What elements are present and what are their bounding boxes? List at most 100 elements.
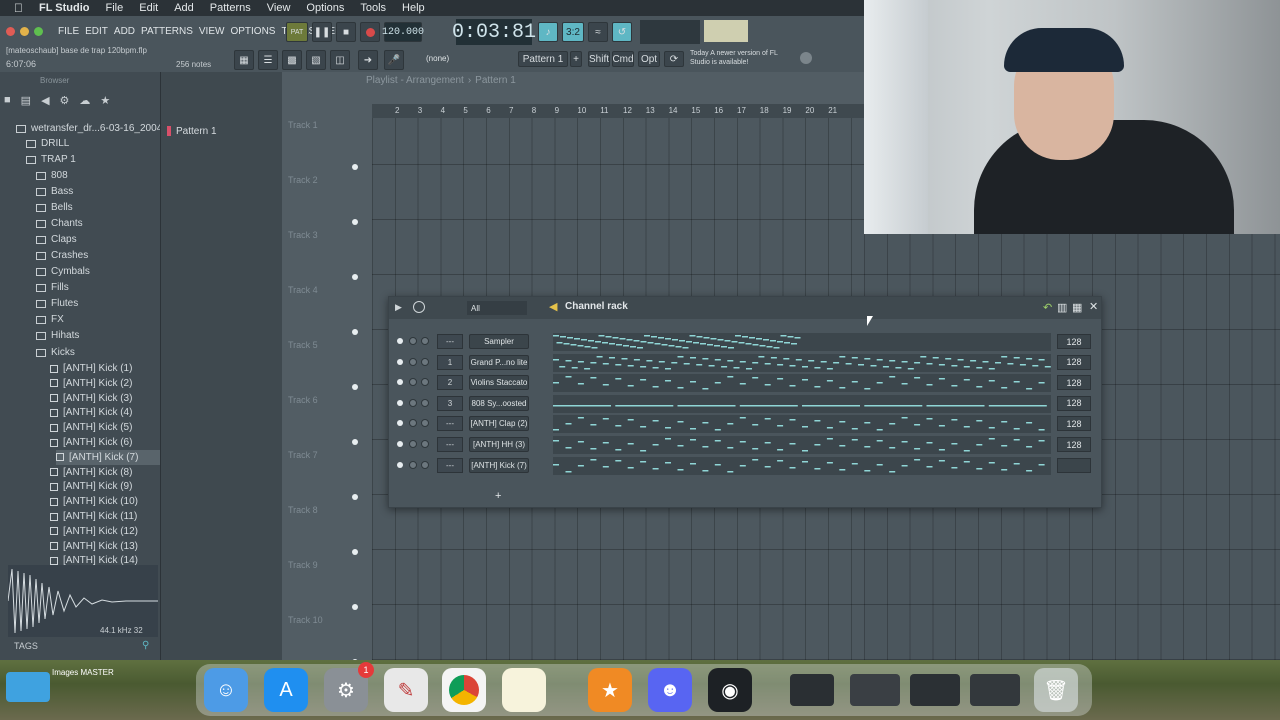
pat-song-toggle[interactable]: PAT (286, 22, 308, 42)
kick-sample-item[interactable]: [ANTH] Kick (10) (50, 494, 138, 509)
track-name[interactable]: Track 5 (288, 340, 318, 350)
channel-name-button[interactable]: [ANTH] HH (3) (469, 437, 529, 452)
channel-name-button[interactable]: 808 Sy...oosted (469, 395, 529, 411)
metronome-icon[interactable]: ♪ (538, 22, 558, 42)
tree-folder-fills[interactable]: Fills (36, 280, 69, 295)
apple-icon[interactable]:  (14, 1, 23, 15)
tree-folder-claps[interactable]: Claps (36, 232, 77, 247)
fl-menu-edit[interactable]: EDIT (85, 26, 108, 37)
tree-folder-bass[interactable]: Bass (36, 184, 73, 199)
app-store-icon[interactable]: A (264, 668, 308, 712)
tree-folder-bells[interactable]: Bells (36, 200, 73, 215)
channel-pianoroll-preview[interactable] (553, 415, 1051, 434)
channel-mute-led[interactable] (397, 399, 403, 406)
menu-help[interactable]: Help (402, 2, 425, 14)
mixer-icon[interactable]: ◫ (330, 50, 350, 70)
browser-folder-icon[interactable]: ▤ (21, 94, 31, 110)
help-icon[interactable] (800, 52, 812, 64)
track-name[interactable]: Track 6 (288, 395, 318, 405)
add-pattern-button[interactable]: + (570, 51, 582, 67)
browser-gear-icon[interactable]: ⚙ (60, 94, 70, 110)
track-mute-led[interactable] (352, 494, 358, 500)
undo-icon[interactable]: ↶ (1043, 301, 1052, 314)
volume-knob[interactable] (421, 460, 429, 469)
picker-pattern-item[interactable]: Pattern 1 (167, 124, 267, 138)
tree-folder-808[interactable]: 808 (36, 168, 68, 183)
window-thumbnail-3[interactable] (910, 674, 960, 706)
wait-icon[interactable]: ≈ (588, 22, 608, 42)
channel-name-button[interactable]: [ANTH] Clap (2) (469, 416, 529, 432)
kick-sample-item[interactable]: [ANTH] Kick (11) (50, 509, 137, 524)
browser-back-icon[interactable]: ◀ (41, 94, 49, 110)
channel-pianoroll-preview[interactable] (553, 456, 1051, 475)
channel-pianoroll-preview[interactable] (553, 333, 1051, 351)
kick-sample-item[interactable]: [ANTH] Kick (5) (50, 420, 132, 435)
loop-record-icon[interactable]: ↺ (612, 22, 632, 42)
obs-icon[interactable]: ◉ (708, 668, 752, 712)
tree-folder-kicks[interactable]: Kicks (36, 345, 75, 360)
volume-knob[interactable] (421, 440, 429, 448)
snap-icon[interactable]: ▦ (234, 50, 254, 70)
microphone-icon[interactable]: 🎤 (384, 50, 404, 70)
tree-root[interactable]: wetransfer_dr...6-03-16_2004 (16, 121, 162, 136)
record-button[interactable] (360, 22, 380, 42)
track-mute-led[interactable] (352, 439, 358, 445)
kick-sample-item[interactable]: [ANTH] Kick (7) (56, 449, 160, 465)
kick-sample-item[interactable]: [ANTH] Kick (2) (50, 376, 132, 391)
volume-knob[interactable] (421, 357, 429, 366)
pan-knob[interactable] (409, 337, 417, 345)
tree-folder-crashes[interactable]: Crashes (36, 248, 88, 263)
kick-sample-item[interactable]: [ANTH] Kick (8) (50, 465, 132, 480)
tree-folder-trap1[interactable]: TRAP 1 (26, 152, 76, 167)
mixer-track-number[interactable]: --- (437, 334, 463, 349)
rack-menu-arrow-icon[interactable]: ▶ (395, 302, 402, 313)
close-rack-icon[interactable]: ✕ (1089, 300, 1098, 313)
opt-button[interactable]: Opt (638, 51, 660, 67)
channel-mute-led[interactable] (397, 461, 403, 468)
channel-volume[interactable]: 128 (1057, 416, 1091, 432)
kick-sample-item[interactable]: [ANTH] Kick (9) (50, 479, 132, 494)
graph-icon[interactable]: ▥ (1057, 301, 1067, 314)
desktop-folder-icon[interactable] (6, 672, 50, 702)
pan-knob[interactable] (409, 440, 417, 448)
fl-menu-add[interactable]: ADD (114, 26, 135, 37)
mixer-track-number[interactable]: 3 (437, 395, 463, 411)
mixer-track-number[interactable]: 2 (437, 375, 463, 391)
window-thumbnail-2[interactable] (850, 674, 900, 706)
fl-studio-icon[interactable]: ★ (588, 668, 632, 712)
menu-file[interactable]: File (106, 2, 124, 14)
channel-pianoroll-preview[interactable] (553, 374, 1051, 393)
play-button[interactable]: ❚❚ (312, 22, 332, 42)
channel-volume[interactable]: 128 (1057, 334, 1091, 349)
track-name[interactable]: Track 7 (288, 450, 318, 460)
pan-knob[interactable] (409, 398, 417, 407)
mixer-track-number[interactable]: --- (437, 457, 463, 473)
mixer-track-number[interactable]: --- (437, 437, 463, 452)
news-panel[interactable]: Today A newer version of FL Studio is av… (690, 49, 798, 67)
channel-pianoroll-preview[interactable] (553, 436, 1051, 454)
mixer-track-number[interactable]: --- (437, 416, 463, 432)
volume-knob[interactable] (421, 419, 429, 428)
track-mute-led[interactable] (352, 384, 358, 390)
finder-icon[interactable]: ☺ (204, 668, 248, 712)
time-signature[interactable]: 3:2 (562, 22, 584, 42)
channel-mute-led[interactable] (397, 358, 403, 365)
fl-menu-patterns[interactable]: PATTERNS (141, 26, 193, 37)
piano-icon[interactable]: ▦ (1072, 301, 1082, 314)
window-thumbnail-4[interactable] (970, 674, 1020, 706)
kick-sample-item[interactable]: [ANTH] Kick (6) (50, 435, 132, 450)
menu-view[interactable]: View (267, 2, 291, 14)
chrome-icon[interactable] (442, 668, 486, 712)
channel-volume[interactable]: 128 (1057, 354, 1091, 370)
channel-volume[interactable] (1057, 457, 1091, 473)
cmd-button[interactable]: Cmd (612, 51, 634, 67)
menu-app-name[interactable]: FL Studio (39, 2, 90, 14)
channel-name-button[interactable]: [ANTH] Kick (7) (469, 457, 529, 473)
channel-name-button[interactable]: Grand P...no lite (469, 354, 529, 370)
track-name[interactable]: Track 9 (288, 560, 318, 570)
tree-folder-fx[interactable]: FX (36, 312, 64, 327)
menu-tools[interactable]: Tools (360, 2, 386, 14)
channel-pianoroll-preview[interactable] (553, 394, 1051, 413)
update-icon[interactable]: ⟳ (664, 51, 684, 67)
fl-menu-view[interactable]: VIEW (199, 26, 225, 37)
